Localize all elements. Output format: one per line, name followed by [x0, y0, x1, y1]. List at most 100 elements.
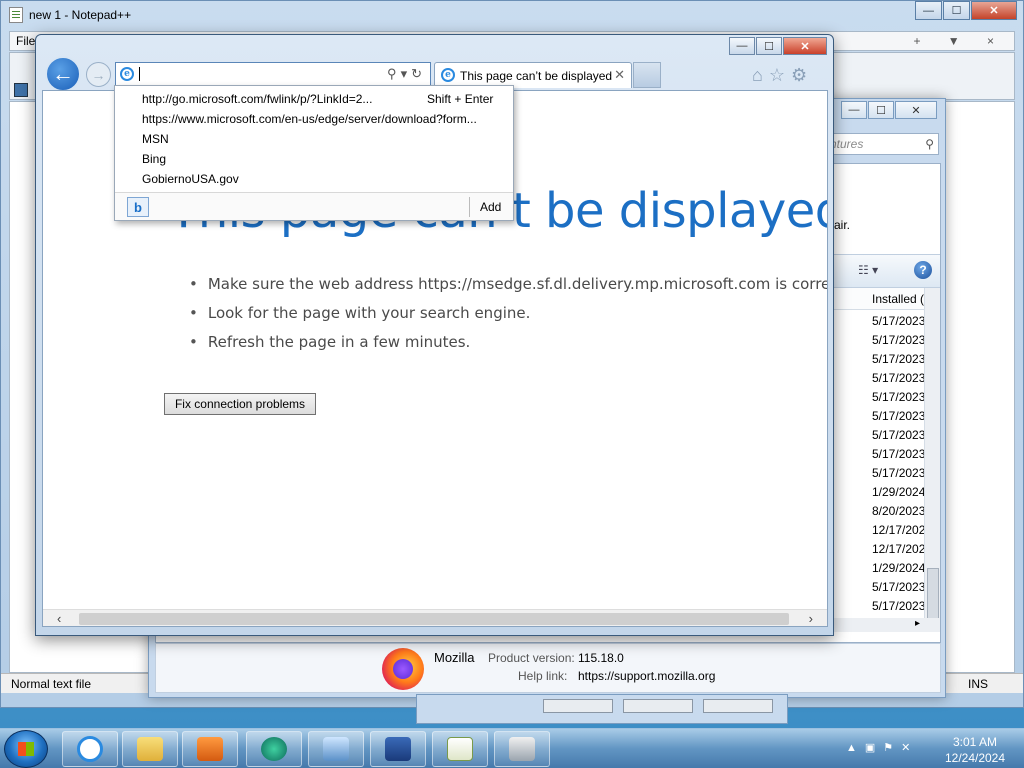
suggestion-msn[interactable]: MSN [142, 132, 169, 146]
scrollbar-thumb[interactable] [79, 613, 789, 625]
add-search-provider-button[interactable]: Add [480, 200, 501, 214]
ie-window-controls: — ☐ ✕ [728, 37, 827, 55]
bing-search-icon[interactable]: b [127, 197, 149, 217]
firefox-logo-icon [382, 648, 424, 690]
dialog-button[interactable] [623, 699, 693, 713]
minimize-button[interactable]: — [841, 101, 867, 119]
network-icon[interactable]: ▣ [865, 742, 883, 754]
address-bar[interactable]: e ⚲▾↻ [115, 62, 431, 86]
installed-date-cell[interactable]: 5/17/2023 [872, 331, 930, 350]
search-icon[interactable]: ⚲ [387, 66, 401, 81]
forward-arrow-icon: → [91, 66, 106, 83]
dialog-button[interactable] [543, 699, 613, 713]
vertical-scrollbar[interactable] [924, 288, 940, 628]
suggestion-bing[interactable]: Bing [142, 152, 166, 166]
close-button[interactable]: ✕ [783, 37, 827, 55]
gear-icon[interactable]: ⚙ [791, 65, 807, 86]
suggestion-item: Make sure the web address https://msedge… [189, 275, 827, 304]
maximize-button[interactable]: ☐ [943, 1, 970, 20]
volume-muted-icon[interactable]: ✕ [901, 742, 918, 754]
save-icon[interactable] [14, 83, 28, 97]
programs-search-input[interactable]: ntures ⚲ [825, 133, 939, 155]
installed-date-cell[interactable]: 5/17/2023 [872, 597, 930, 616]
taskbar-fax[interactable] [494, 731, 550, 767]
close-tab-icon[interactable]: ✕ [614, 67, 625, 83]
installed-date-cell[interactable]: 8/20/2023 [872, 502, 930, 521]
close-button[interactable]: ✕ [895, 101, 937, 119]
menu-file[interactable]: File [16, 34, 35, 48]
clock[interactable]: 3:01 AM 12/24/2024 [940, 734, 1010, 766]
help-icon[interactable]: ? [914, 261, 932, 279]
fix-connection-button[interactable]: Fix connection problems [164, 393, 316, 415]
scroll-left-arrow[interactable]: ‹ [57, 611, 61, 626]
maximize-button[interactable]: ☐ [868, 101, 894, 119]
installed-date-cell[interactable]: 5/17/2023 [872, 369, 930, 388]
publisher-name: Mozilla [434, 650, 475, 665]
printer-icon [509, 737, 535, 761]
installed-date-cell[interactable]: 5/17/2023 [872, 445, 930, 464]
address-input[interactable] [138, 65, 368, 83]
search-icon[interactable]: ⚲ [925, 137, 934, 151]
installed-date-cell[interactable]: 12/17/2023 [872, 540, 930, 559]
taskbar-notepadpp[interactable] [432, 731, 488, 767]
installed-date-cell[interactable]: 5/17/2023 [872, 426, 930, 445]
forward-button[interactable]: → [86, 62, 111, 87]
notepadpp-icon [447, 737, 473, 761]
new-tab-button[interactable] [633, 62, 661, 88]
ie-tab-icon: e [441, 68, 455, 82]
taskbar-app[interactable] [246, 731, 302, 767]
installed-date-cell[interactable]: 5/17/2023 [872, 388, 930, 407]
show-hidden-icons[interactable]: ▲ [846, 742, 865, 754]
tab-bar-controls[interactable]: + ▼ × [913, 34, 1006, 48]
dropdown-arrow-icon[interactable]: ▾ [401, 66, 412, 81]
refresh-icon[interactable]: ↻ [411, 66, 426, 81]
installed-date-cell[interactable]: 12/17/2023 [872, 521, 930, 540]
help-link-value[interactable]: https://support.mozilla.org [578, 669, 715, 683]
computer-icon [385, 737, 411, 761]
action-center-flag-icon[interactable]: ⚑ [883, 742, 901, 754]
home-icon[interactable]: ⌂ [752, 65, 763, 86]
suggestion-history-2[interactable]: https://www.microsoft.com/en-us/edge/ser… [142, 112, 477, 126]
installed-date-cell[interactable]: 5/17/2023 [872, 407, 930, 426]
taskbar-media-player[interactable] [182, 731, 238, 767]
maximize-button[interactable]: ☐ [756, 37, 782, 55]
close-button[interactable]: ✕ [971, 1, 1017, 20]
minimize-button[interactable]: — [729, 37, 755, 55]
installed-date-cell[interactable]: 5/17/2023 [872, 578, 930, 597]
address-actions: ⚲▾↻ [387, 66, 426, 82]
system-tray: ▲▣⚑✕ [846, 741, 918, 754]
separator [469, 197, 470, 217]
scroll-right-arrow[interactable]: ▸ [915, 618, 920, 629]
favorites-star-icon[interactable]: ☆ [769, 65, 785, 86]
autocomplete-footer: b Add [115, 192, 513, 220]
dialog-button[interactable] [703, 699, 773, 713]
back-button[interactable]: ← [45, 56, 81, 92]
installed-date-cell[interactable]: 5/17/2023 [872, 350, 930, 369]
taskbar-ie[interactable] [62, 731, 118, 767]
taskbar-control-panel[interactable] [308, 731, 364, 767]
minimize-button[interactable]: — [915, 1, 942, 20]
installed-date-cell[interactable]: 1/29/2024 [872, 559, 930, 578]
clock-date: 12/24/2024 [944, 751, 1006, 765]
taskbar-explorer[interactable] [122, 731, 178, 767]
programs-window-controls: — ☐ ✕ [840, 101, 937, 119]
search-placeholder: ntures [830, 137, 864, 151]
installed-date-cell[interactable]: 5/17/2023 [872, 464, 930, 483]
taskbar-remote[interactable] [370, 731, 426, 767]
views-icon[interactable]: ☷ ▾ [858, 263, 878, 277]
installed-date-cell[interactable]: 5/17/2023 [872, 312, 930, 331]
product-version-label: Product version: [488, 651, 575, 665]
internet-explorer-icon [77, 736, 103, 762]
horizontal-scrollbar[interactable]: ‹ › [43, 609, 827, 626]
notepad-title-bar[interactable]: new 1 - Notepad++ [1, 1, 1023, 29]
repair-text: air. [834, 218, 851, 232]
start-button[interactable] [4, 730, 48, 768]
media-player-icon [197, 737, 223, 761]
installed-date-cell[interactable]: 1/29/2024 [872, 483, 930, 502]
app-orb-icon [261, 737, 287, 761]
scroll-right-arrow[interactable]: › [809, 611, 813, 626]
suggestion-history-1[interactable]: http://go.microsoft.com/fwlink/p/?LinkId… [142, 92, 372, 106]
suggestion-gobierno[interactable]: GobiernoUSA.gov [142, 172, 239, 186]
column-installed-on[interactable]: Installed ( [872, 292, 924, 306]
address-autocomplete: http://go.microsoft.com/fwlink/p/?LinkId… [114, 85, 514, 221]
